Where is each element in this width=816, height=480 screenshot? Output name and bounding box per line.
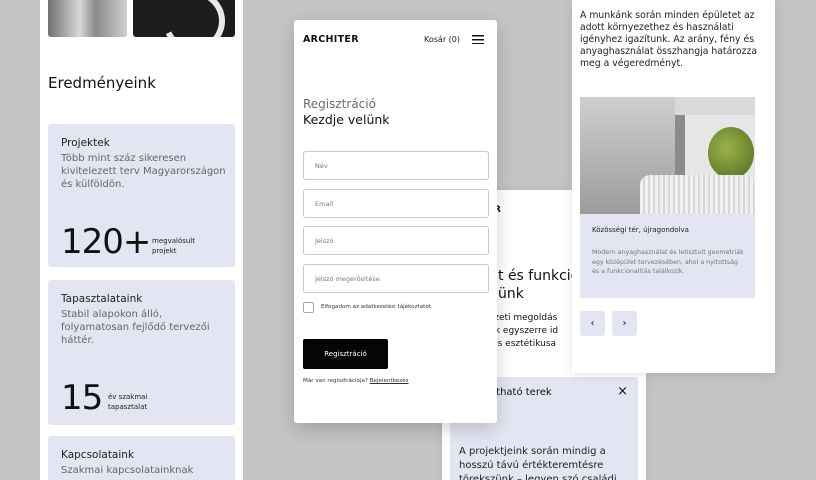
card-description: Szakmai kapcsolatainknak (61, 465, 194, 476)
login-link[interactable]: Bejelentkezés (370, 378, 409, 384)
popup-text: A projektjeink során mindig a hosszú táv… (459, 446, 617, 480)
stat-value: 120+ (61, 222, 151, 262)
stat-card-experience: Tapasztalataink Stabil alapokon álló, fo… (48, 280, 235, 425)
project-detail-panel: A munkánk során minden épületet az adott… (572, 0, 775, 373)
card-description: Stabil alapokon álló, folyamatosan fejlő… (61, 309, 210, 346)
photo-caption: Közösségi tér, újragondolva Modern anyag… (580, 214, 755, 298)
form-subtitle: Regisztráció (303, 97, 376, 111)
password-confirm-field[interactable] (303, 264, 489, 293)
form-title: Kezdje velünk (303, 112, 390, 127)
card-title: Kapcsolataink (61, 449, 135, 461)
caption-title: Közösségi tér, újragondolva (592, 226, 689, 234)
section-heading: t és funkcio ünk (498, 268, 580, 302)
project-thumbnail[interactable] (48, 0, 127, 37)
intro-text: A munkánk során minden épületet az adott… (580, 10, 758, 69)
chevron-right-icon: › (622, 318, 627, 329)
results-title: Eredményeink (48, 74, 156, 92)
menu-icon[interactable] (472, 35, 484, 44)
caption-text: Modern anyaghasználat és letisztult geom… (592, 249, 744, 275)
name-field[interactable] (303, 151, 489, 180)
login-prompt: Már van regisztrációja? Bejelentkezés (303, 378, 408, 384)
project-photo (580, 97, 755, 214)
brand-logo[interactable]: ARCHITER (303, 34, 359, 45)
project-thumbnail[interactable] (133, 0, 235, 37)
stat-card-projects: Projektek Több mint száz sikeresen kivit… (48, 124, 235, 267)
email-field[interactable] (303, 189, 489, 218)
next-button[interactable]: › (612, 311, 637, 336)
close-icon[interactable]: × (617, 384, 628, 399)
password-field[interactable] (303, 226, 489, 255)
stat-label: megvalósult projekt (152, 237, 196, 255)
cart-link[interactable]: Kosár (0) (424, 35, 460, 44)
stat-value: 15 (61, 378, 103, 418)
login-prompt-text: Már van regisztrációja? (303, 378, 368, 384)
consent-checkbox[interactable] (303, 302, 314, 313)
stat-card-contacts: Kapcsolataink Szakmai kapcsolatainknak (48, 436, 235, 480)
card-title: Tapasztalataink (61, 293, 143, 305)
card-description: Több mint száz sikeresen kivitelezett te… (61, 153, 226, 190)
prev-button[interactable]: ‹ (580, 311, 605, 336)
card-title: Projektek (61, 137, 110, 149)
register-button[interactable]: Regisztráció (303, 339, 388, 369)
results-panel: Eredményeink Projektek Több mint száz si… (40, 0, 243, 480)
stat-label: év szakmai tapasztalat (108, 393, 148, 411)
chevron-left-icon: ‹ (590, 318, 595, 329)
registration-panel: ARCHITER Kosár (0) Regisztráció Kezdje v… (294, 20, 497, 423)
consent-label: Elfogadom az adatkezelési tájékoztatót. (321, 304, 433, 310)
